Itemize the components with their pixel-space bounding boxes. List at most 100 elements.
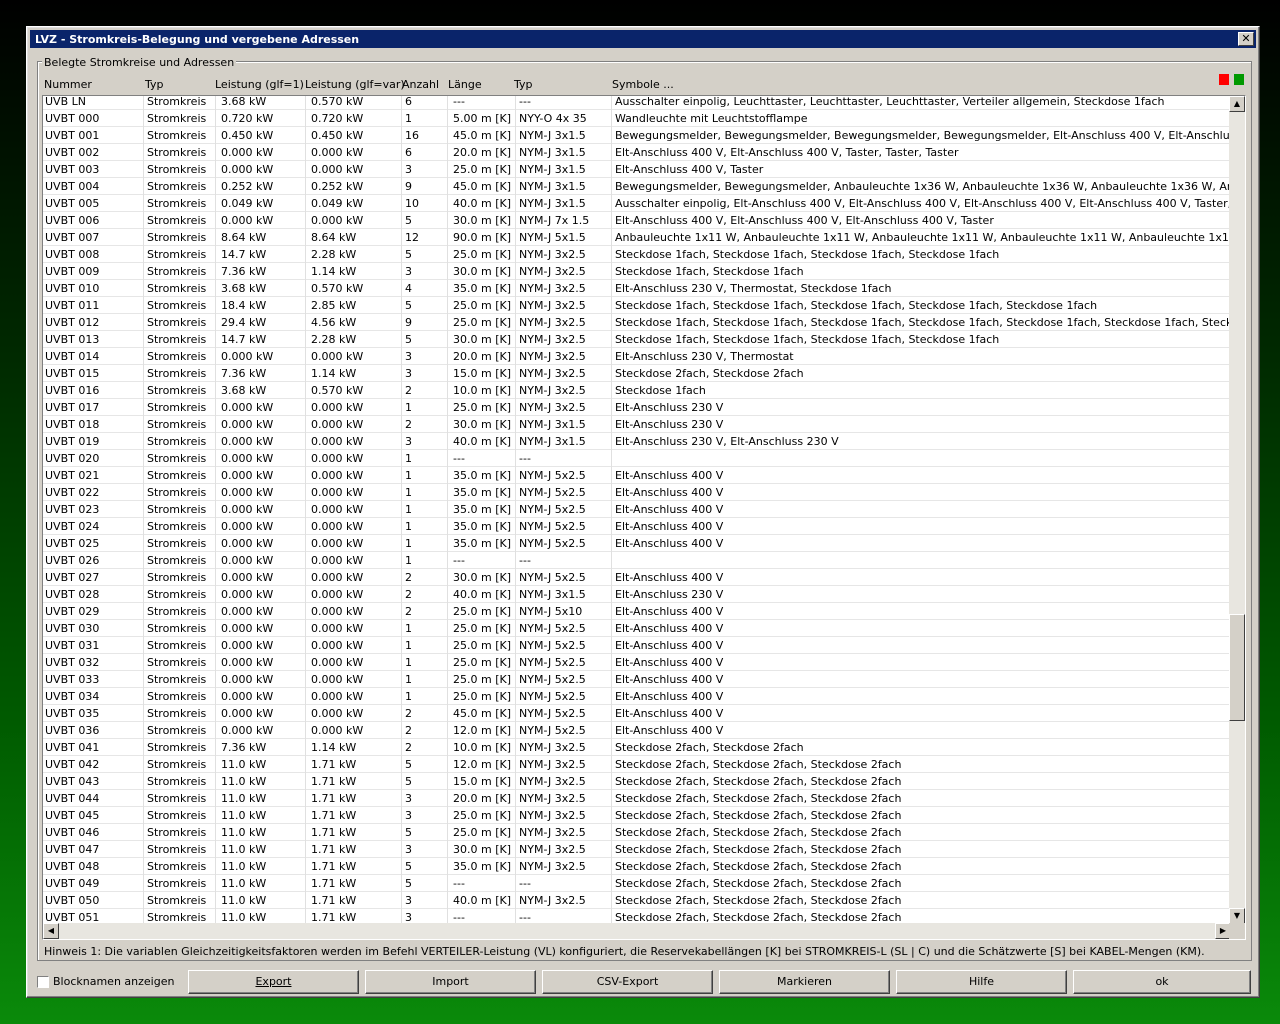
col-header-symbole[interactable]: Symbole ... — [612, 78, 674, 91]
table-row[interactable]: UVBT 045 Stromkreis 11.0 kW 1.71 kW 3 25.0 m … — [43, 807, 1231, 824]
col-header-nummer[interactable]: Nummer — [44, 78, 92, 91]
table-row[interactable]: UVBT 013 Stromkreis 14.7 kW 2.28 kW 5 30.0 m … — [43, 331, 1231, 348]
table-row[interactable]: UVBT 012 Stromkreis 29.4 kW 4.56 kW 9 25.0 m … — [43, 314, 1231, 331]
table-row[interactable]: UVBT 018 Stromkreis 0.000 kW 0.000 kW 2 30.0 … — [43, 416, 1231, 433]
circuits-list[interactable]: UVB LN Stromkreis 3.68 kW 0.570 kW 6 --- --- Au… — [42, 95, 1246, 940]
table-row[interactable]: UVBT 049 Stromkreis 11.0 kW 1.71 kW 5 --- --- S… — [43, 875, 1231, 892]
table-cell: NYM-J 5x2.5 — [519, 503, 586, 516]
table-cell: 2 — [405, 571, 412, 584]
table-row[interactable]: UVBT 046 Stromkreis 11.0 kW 1.71 kW 5 25.0 m … — [43, 824, 1231, 841]
hilfe-button[interactable]: Hilfe — [896, 970, 1067, 994]
table-row[interactable]: UVBT 008 Stromkreis 14.7 kW 2.28 kW 5 25.0 m … — [43, 246, 1231, 263]
table-cell: 5 — [405, 299, 412, 312]
table-cell: Bewegungsmelder, Bewegungsmelder, Anbaul… — [615, 180, 1229, 193]
blocknamen-checkbox-row[interactable]: Blocknamen anzeigen — [37, 975, 174, 988]
col-header-typ[interactable]: Typ — [145, 78, 164, 91]
vertical-scroll-thumb[interactable] — [1229, 614, 1245, 721]
table-cell: 0.000 kW — [311, 707, 364, 720]
table-row[interactable]: UVBT 020 Stromkreis 0.000 kW 0.000 kW 1 --- --… — [43, 450, 1231, 467]
table-row[interactable]: UVBT 022 Stromkreis 0.000 kW 0.000 kW 1 35.0 … — [43, 484, 1231, 501]
table-row[interactable]: UVBT 003 Stromkreis 0.000 kW 0.000 kW 3 25.0 … — [43, 161, 1231, 178]
table-row[interactable]: UVBT 035 Stromkreis 0.000 kW 0.000 kW 2 45.0 … — [43, 705, 1231, 722]
col-header-leistung-glfvar[interactable]: Leistung (glf=var) — [305, 78, 405, 91]
table-row[interactable]: UVBT 011 Stromkreis 18.4 kW 2.85 kW 5 25.0 m … — [43, 297, 1231, 314]
table-cell: NYM-J 5x2.5 — [519, 707, 586, 720]
table-row[interactable]: UVBT 048 Stromkreis 11.0 kW 1.71 kW 5 35.0 m … — [43, 858, 1231, 875]
table-row[interactable]: UVBT 036 Stromkreis 0.000 kW 0.000 kW 2 12.0 … — [43, 722, 1231, 739]
table-cell: 0.000 kW — [311, 469, 364, 482]
table-row[interactable]: UVBT 027 Stromkreis 0.000 kW 0.000 kW 2 30.0 … — [43, 569, 1231, 586]
table-row[interactable]: UVBT 019 Stromkreis 0.000 kW 0.000 kW 3 40.0 … — [43, 433, 1231, 450]
table-cell: 7.36 kW — [221, 367, 267, 380]
table-cell: Elt-Anschluss 400 V — [615, 622, 724, 635]
table-row[interactable]: UVBT 044 Stromkreis 11.0 kW 1.71 kW 3 20.0 m … — [43, 790, 1231, 807]
table-row[interactable]: UVBT 001 Stromkreis 0.450 kW 0.450 kW 16 45.0… — [43, 127, 1231, 144]
table-row[interactable]: UVBT 005 Stromkreis 0.049 kW 0.049 kW 10 40.0… — [43, 195, 1231, 212]
table-row[interactable]: UVBT 031 Stromkreis 0.000 kW 0.000 kW 1 25.0 … — [43, 637, 1231, 654]
table-cell: 1.14 kW — [311, 741, 357, 754]
table-row[interactable]: UVBT 017 Stromkreis 0.000 kW 0.000 kW 1 25.0 … — [43, 399, 1231, 416]
table-row[interactable]: UVBT 006 Stromkreis 0.000 kW 0.000 kW 5 30.0 … — [43, 212, 1231, 229]
table-row[interactable]: UVBT 041 Stromkreis 7.36 kW 1.14 kW 2 10.0 m … — [43, 739, 1231, 756]
table-row[interactable]: UVBT 050 Stromkreis 11.0 kW 1.71 kW 3 40.0 m … — [43, 892, 1231, 909]
ok-button[interactable]: ok — [1073, 970, 1251, 994]
table-cell: 12 — [405, 231, 419, 244]
table-row[interactable]: UVBT 007 Stromkreis 8.64 kW 8.64 kW 12 90.0 m… — [43, 229, 1231, 246]
table-row[interactable]: UVBT 015 Stromkreis 7.36 kW 1.14 kW 3 15.0 m … — [43, 365, 1231, 382]
table-cell: NYM-J 5x2.5 — [519, 622, 586, 635]
table-row[interactable]: UVBT 010 Stromkreis 3.68 kW 0.570 kW 4 35.0 m… — [43, 280, 1231, 297]
table-cell: UVBT 050 — [45, 894, 100, 907]
table-row[interactable]: UVBT 021 Stromkreis 0.000 kW 0.000 kW 1 35.0 … — [43, 467, 1231, 484]
col-header-laenge[interactable]: Länge — [448, 78, 482, 91]
col-header-leistung-glf1[interactable]: Leistung (glf=1) — [215, 78, 304, 91]
col-header-anzahl[interactable]: Anzahl — [402, 78, 439, 91]
vertical-scrollbar[interactable]: ▲ ▼ — [1229, 96, 1245, 924]
csv-export-button[interactable]: CSV-Export — [542, 970, 713, 994]
table-cell: Steckdose 2fach, Steckdose 2fach, Steckd… — [615, 877, 902, 890]
table-row[interactable]: UVBT 029 Stromkreis 0.000 kW 0.000 kW 2 25.0 … — [43, 603, 1231, 620]
table-cell: UVBT 009 — [45, 265, 100, 278]
table-row[interactable]: UVBT 014 Stromkreis 0.000 kW 0.000 kW 3 20.0 … — [43, 348, 1231, 365]
table-row[interactable]: UVBT 025 Stromkreis 0.000 kW 0.000 kW 1 35.0 … — [43, 535, 1231, 552]
table-cell: UVBT 023 — [45, 503, 100, 516]
import-button[interactable]: Import — [365, 970, 536, 994]
horizontal-scrollbar[interactable]: ◀ ▶ — [43, 923, 1231, 939]
export-button[interactable]: Export — [188, 970, 359, 994]
table-cell: 30.0 m [K] — [453, 333, 511, 346]
scroll-down-icon[interactable]: ▼ — [1229, 908, 1245, 924]
scroll-up-icon[interactable]: ▲ — [1229, 96, 1245, 112]
table-cell: Elt-Anschluss 230 V, Thermostat, Steckdo… — [615, 282, 892, 295]
col-header-kabeltyp[interactable]: Typ — [514, 78, 533, 91]
table-row[interactable]: UVBT 026 Stromkreis 0.000 kW 0.000 kW 1 --- --… — [43, 552, 1231, 569]
table-cell: Stromkreis — [147, 724, 207, 737]
table-row[interactable]: UVBT 034 Stromkreis 0.000 kW 0.000 kW 1 25.0 … — [43, 688, 1231, 705]
table-cell: 1 — [405, 486, 412, 499]
table-row[interactable]: UVBT 032 Stromkreis 0.000 kW 0.000 kW 1 25.0 … — [43, 654, 1231, 671]
table-row[interactable]: UVBT 016 Stromkreis 3.68 kW 0.570 kW 2 10.0 m… — [43, 382, 1231, 399]
table-cell: 0.720 kW — [221, 112, 274, 125]
table-row[interactable]: UVBT 023 Stromkreis 0.000 kW 0.000 kW 1 35.0 … — [43, 501, 1231, 518]
markieren-button[interactable]: Markieren — [719, 970, 890, 994]
table-cell: 2.28 kW — [311, 248, 357, 261]
table-row[interactable]: UVBT 030 Stromkreis 0.000 kW 0.000 kW 1 25.0 … — [43, 620, 1231, 637]
table-row[interactable]: UVBT 028 Stromkreis 0.000 kW 0.000 kW 2 40.0 … — [43, 586, 1231, 603]
table-row[interactable]: UVBT 004 Stromkreis 0.252 kW 0.252 kW 9 45.0 … — [43, 178, 1231, 195]
table-row[interactable]: UVBT 002 Stromkreis 0.000 kW 0.000 kW 6 20.0 … — [43, 144, 1231, 161]
blocknamen-checkbox[interactable] — [37, 975, 49, 988]
table-cell: 1 — [405, 673, 412, 686]
table-cell: Elt-Anschluss 400 V — [615, 537, 724, 550]
table-row[interactable]: UVBT 033 Stromkreis 0.000 kW 0.000 kW 1 25.0 … — [43, 671, 1231, 688]
table-row[interactable]: UVBT 024 Stromkreis 0.000 kW 0.000 kW 1 35.0 … — [43, 518, 1231, 535]
table-cell: 0.000 kW — [311, 656, 364, 669]
table-row[interactable]: UVBT 042 Stromkreis 11.0 kW 1.71 kW 5 12.0 m … — [43, 756, 1231, 773]
table-cell: 0.000 kW — [311, 520, 364, 533]
table-row[interactable]: UVBT 047 Stromkreis 11.0 kW 1.71 kW 3 30.0 m … — [43, 841, 1231, 858]
table-row[interactable]: UVBT 043 Stromkreis 11.0 kW 1.71 kW 5 15.0 m … — [43, 773, 1231, 790]
table-row[interactable]: UVB LN Stromkreis 3.68 kW 0.570 kW 6 --- --- Au… — [43, 96, 1231, 110]
table-row[interactable]: UVBT 000 Stromkreis 0.720 kW 0.720 kW 1 5.00 … — [43, 110, 1231, 127]
table-row[interactable]: UVBT 009 Stromkreis 7.36 kW 1.14 kW 3 30.0 m … — [43, 263, 1231, 280]
table-cell: NYM-J 3x2.5 — [519, 758, 586, 771]
close-button[interactable]: ✕ — [1238, 32, 1254, 46]
table-cell: NYM-J 3x2.5 — [519, 333, 586, 346]
scroll-left-icon[interactable]: ◀ — [43, 923, 59, 939]
